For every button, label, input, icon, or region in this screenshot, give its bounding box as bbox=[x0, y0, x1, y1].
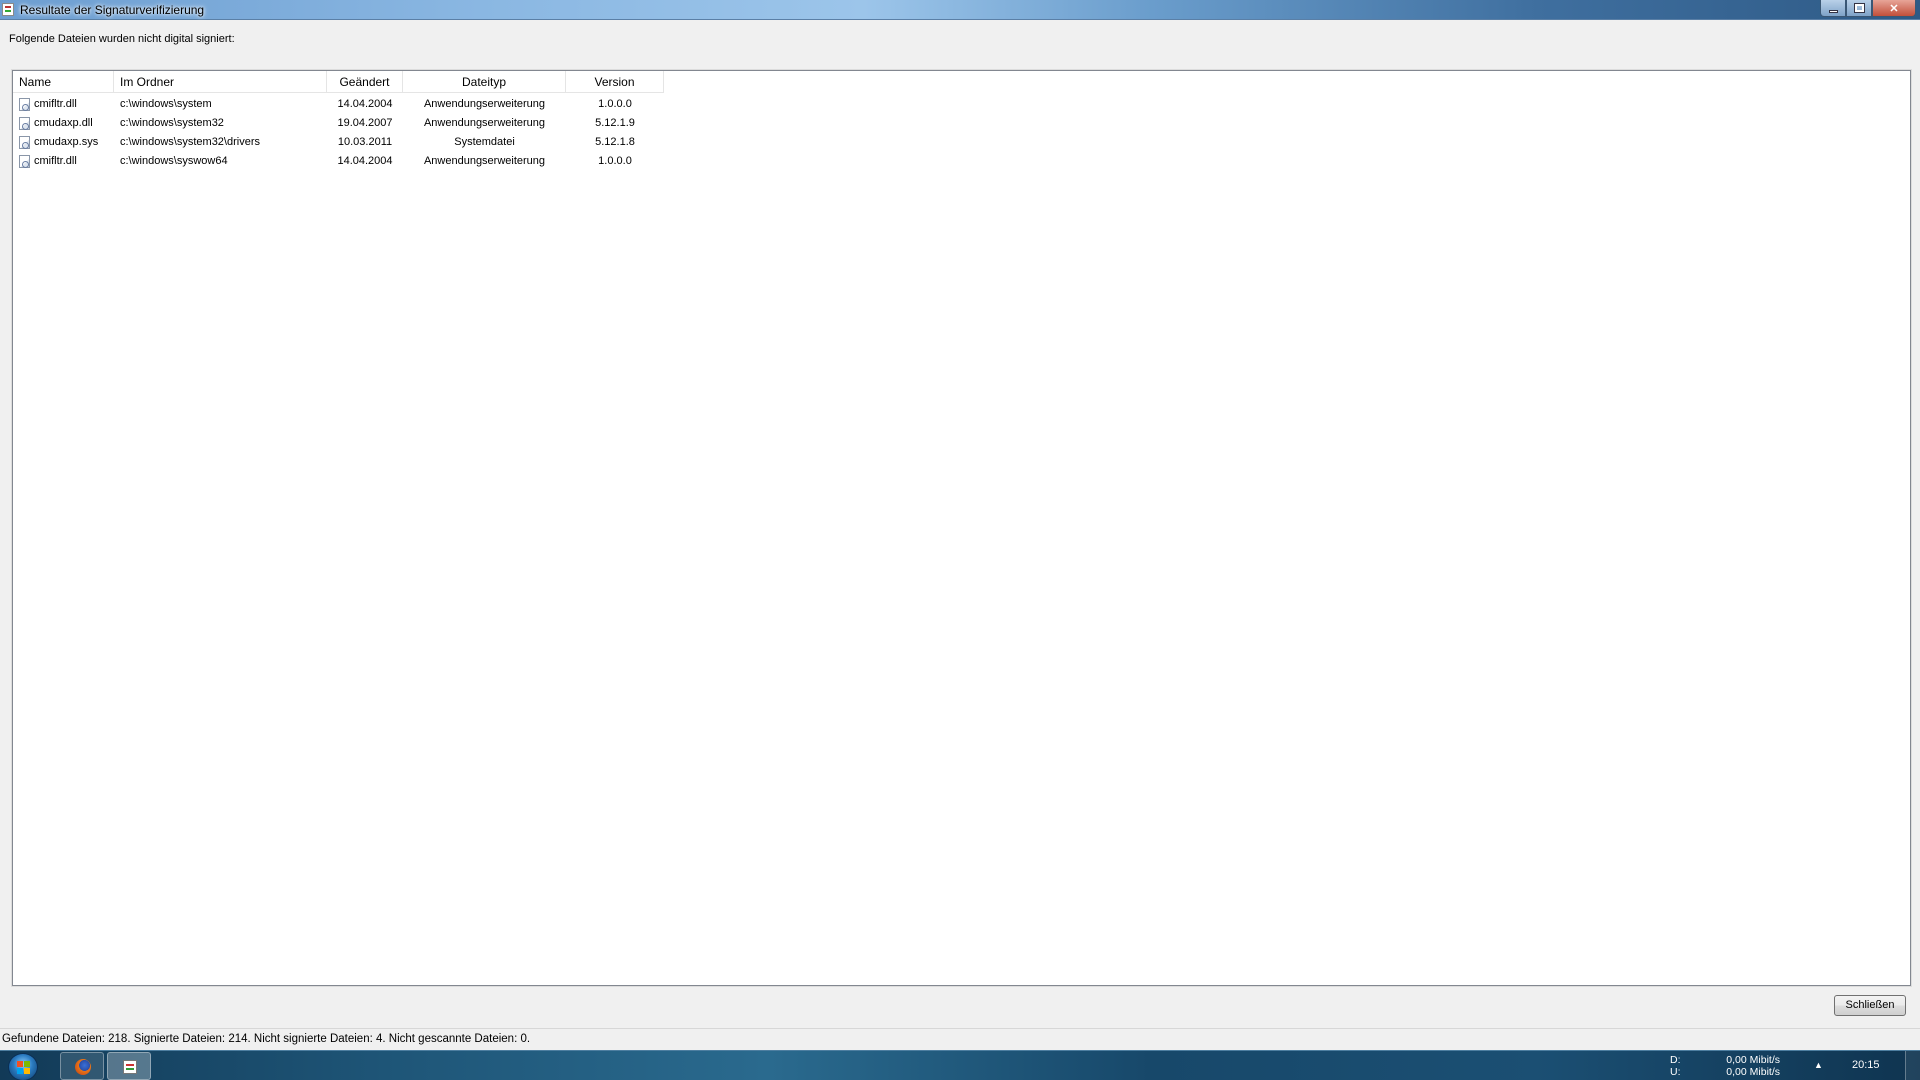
taskbar: D: 0,00 Mibit/s U: 0,00 Mibit/s ▲ 20:15 bbox=[0, 1050, 1920, 1080]
file-name: cmifltr.dll bbox=[34, 98, 77, 110]
cell-type: Anwendungserweiterung bbox=[423, 98, 546, 110]
net-down-value: 0,00 Mibit/s bbox=[1726, 1054, 1780, 1066]
network-meter: D: 0,00 Mibit/s U: 0,00 Mibit/s bbox=[1670, 1054, 1780, 1078]
taskbar-sigverif-button[interactable] bbox=[107, 1052, 151, 1080]
cell-folder: c:\windows\syswow64 bbox=[120, 155, 228, 167]
cell-date: 10.03.2011 bbox=[337, 136, 393, 148]
sigverif-icon bbox=[123, 1060, 137, 1074]
status-bar: Gefundene Dateien: 218. Signierte Dateie… bbox=[0, 1028, 1920, 1050]
taskbar-clock[interactable]: 20:15 bbox=[1852, 1059, 1880, 1071]
cell-type: Anwendungserweiterung bbox=[423, 117, 546, 129]
maximize-button[interactable] bbox=[1846, 0, 1872, 17]
cell-version: 1.0.0.0 bbox=[598, 98, 632, 110]
file-name: cmifltr.dll bbox=[34, 155, 77, 167]
status-text: Gefundene Dateien: 218. Signierte Dateie… bbox=[2, 1033, 531, 1045]
cell-version: 5.12.1.8 bbox=[595, 136, 635, 148]
cell-name: cmifltr.dll bbox=[13, 152, 114, 171]
file-icon bbox=[19, 117, 30, 130]
table-row[interactable]: cmifltr.dll c:\windows\syswow64 14.04.20… bbox=[13, 152, 664, 171]
column-header-name[interactable]: Name bbox=[13, 71, 114, 93]
column-header-filetype[interactable]: Dateityp bbox=[403, 71, 566, 93]
list-body: cmifltr.dll c:\windows\system 14.04.2004… bbox=[13, 95, 664, 171]
net-up-value: 0,00 Mibit/s bbox=[1726, 1066, 1780, 1078]
list-header: Name Im Ordner Geändert Dateityp Version bbox=[13, 71, 664, 93]
net-up-label: U: bbox=[1670, 1066, 1681, 1078]
taskbar-firefox-button[interactable] bbox=[60, 1052, 104, 1080]
cell-folder: c:\windows\system32\drivers bbox=[120, 136, 260, 148]
intro-label: Folgende Dateien wurden nicht digital si… bbox=[9, 33, 235, 45]
title-bar[interactable]: Resultate der Signaturverifizierung ✕ bbox=[0, 0, 1920, 20]
table-row[interactable]: cmudaxp.sys c:\windows\system32\drivers … bbox=[13, 133, 664, 152]
unsigned-files-list[interactable]: Name Im Ordner Geändert Dateityp Version… bbox=[12, 70, 1911, 986]
tray-expand-icon[interactable]: ▲ bbox=[1814, 1060, 1823, 1070]
column-header-version[interactable]: Version bbox=[566, 71, 664, 93]
cell-type: Systemdatei bbox=[454, 136, 515, 148]
file-icon bbox=[19, 136, 30, 149]
cell-version: 5.12.1.9 bbox=[595, 117, 635, 129]
cell-name: cmifltr.dll bbox=[13, 95, 114, 114]
cell-folder: c:\windows\system32 bbox=[120, 117, 224, 129]
cell-date: 14.04.2004 bbox=[337, 98, 393, 110]
column-header-modified[interactable]: Geändert bbox=[327, 71, 403, 93]
close-icon: ✕ bbox=[1889, 2, 1899, 15]
close-window-button[interactable]: ✕ bbox=[1872, 0, 1916, 17]
table-row[interactable]: cmudaxp.dll c:\windows\system32 19.04.20… bbox=[13, 114, 664, 133]
file-icon bbox=[19, 155, 30, 168]
file-icon bbox=[19, 98, 30, 111]
sigverif-app-icon[interactable] bbox=[2, 3, 14, 16]
net-down-label: D: bbox=[1670, 1054, 1681, 1066]
file-name: cmudaxp.sys bbox=[34, 136, 99, 148]
cell-version: 1.0.0.0 bbox=[598, 155, 632, 167]
cell-folder: c:\windows\system bbox=[120, 98, 212, 110]
close-button[interactable]: Schließen bbox=[1834, 995, 1906, 1016]
table-row[interactable]: cmifltr.dll c:\windows\system 14.04.2004… bbox=[13, 95, 664, 114]
cell-date: 19.04.2007 bbox=[337, 117, 393, 129]
window-title: Resultate der Signaturverifizierung bbox=[20, 3, 205, 17]
cell-date: 14.04.2004 bbox=[337, 155, 393, 167]
cell-type: Anwendungserweiterung bbox=[423, 155, 546, 167]
start-button[interactable] bbox=[8, 1053, 38, 1080]
cell-name: cmudaxp.sys bbox=[13, 133, 114, 152]
column-header-folder[interactable]: Im Ordner bbox=[114, 71, 327, 93]
window-controls: ✕ bbox=[1820, 0, 1916, 17]
cell-name: cmudaxp.dll bbox=[13, 114, 114, 133]
minimize-icon bbox=[1828, 9, 1838, 13]
show-desktop-button[interactable] bbox=[1905, 1051, 1920, 1080]
file-name: cmudaxp.dll bbox=[34, 117, 93, 129]
firefox-icon bbox=[75, 1059, 91, 1075]
maximize-icon bbox=[1853, 3, 1865, 13]
minimize-button[interactable] bbox=[1820, 0, 1846, 17]
